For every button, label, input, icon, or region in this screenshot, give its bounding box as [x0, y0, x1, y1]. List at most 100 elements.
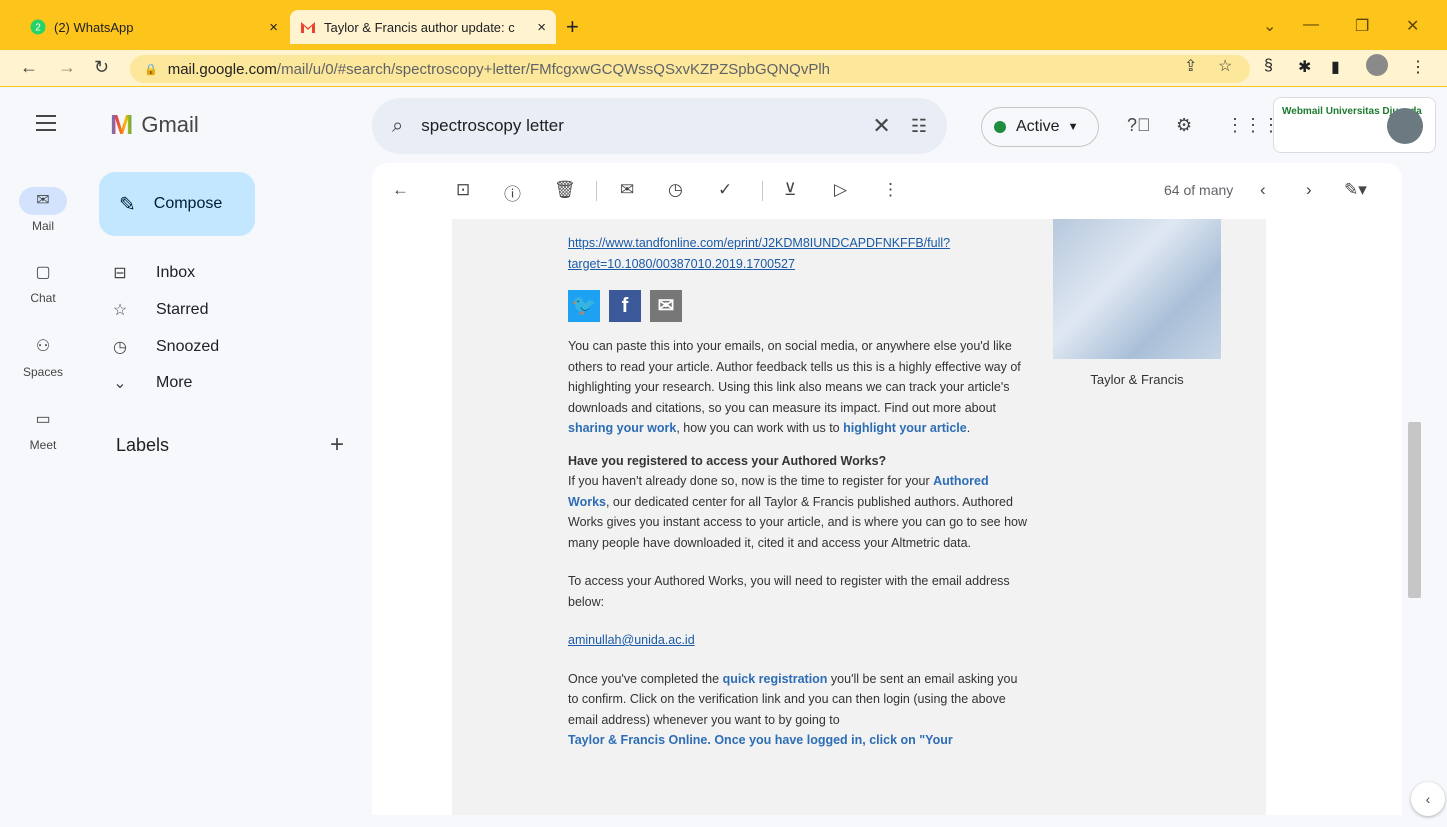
- nav-item-inbox[interactable]: ⊟ Inbox: [110, 263, 195, 283]
- paragraph-register: To access your Authored Works, you will …: [568, 574, 1010, 609]
- main-menu-icon[interactable]: [36, 115, 56, 136]
- clock-icon: ◷: [113, 339, 127, 356]
- chevron-down-icon: ▼: [1067, 121, 1079, 133]
- gmail-header: M Gmail ⌕ spectroscopy letter ✕ ☷ Active…: [0, 87, 1447, 163]
- nav-item-snoozed[interactable]: ◷ Snoozed: [110, 337, 219, 357]
- quick-registration-link[interactable]: quick registration: [723, 672, 828, 686]
- search-bar[interactable]: ⌕ spectroscopy letter ✕ ☷: [372, 98, 947, 154]
- app-name: Gmail: [141, 112, 199, 137]
- tab-title: Taylor & Francis author update: c: [324, 19, 515, 35]
- eprint-link[interactable]: https://www.tandfonline.com/eprint/J2KDM…: [568, 236, 950, 271]
- tab-close-button[interactable]: ×: [269, 19, 278, 36]
- delete-icon[interactable]: 🗑: [554, 180, 576, 200]
- add-label-icon[interactable]: +: [330, 431, 344, 459]
- report-spam-icon[interactable]: ⓘ: [504, 180, 521, 205]
- tab-gmail[interactable]: Taylor & Francis author update: c ×: [290, 10, 556, 44]
- pagination-count: 64 of many: [1164, 182, 1234, 198]
- meet-icon: ▭: [35, 411, 51, 428]
- search-input[interactable]: spectroscopy letter: [421, 116, 872, 136]
- email-share-icon[interactable]: ✉: [650, 290, 682, 322]
- tab-strip: 2 (2) WhatsApp × Taylor & Francis author…: [0, 8, 1447, 44]
- tab-whatsapp[interactable]: 2 (2) WhatsApp ×: [20, 10, 288, 44]
- svg-text:2: 2: [35, 23, 41, 34]
- facebook-icon[interactable]: f: [609, 290, 641, 322]
- nav-item-starred[interactable]: ☆ Starred: [110, 300, 209, 320]
- toolbar-divider: [596, 181, 597, 201]
- puzzle-icon[interactable]: ✱: [1298, 57, 1311, 77]
- chevron-down-icon: ⌄: [113, 375, 127, 392]
- label-icon[interactable]: ▷: [834, 180, 847, 200]
- add-task-icon[interactable]: ✓: [718, 180, 732, 200]
- help-icon[interactable]: ?⃝: [1127, 115, 1151, 136]
- nav-label: Inbox: [156, 264, 196, 281]
- browser-chrome: 2 (2) WhatsApp × Taylor & Francis author…: [0, 0, 1447, 87]
- tandf-online-link[interactable]: Taylor & Francis Online. Once you have l…: [568, 733, 953, 747]
- rail-mail[interactable]: ✉ Mail: [0, 187, 86, 233]
- url-bar[interactable]: 🔒 mail.google.com/mail/u/0/#search/spect…: [130, 55, 1250, 83]
- apps-grid-icon[interactable]: ⋮⋮⋮: [1226, 115, 1280, 136]
- status-button[interactable]: Active ▼: [981, 107, 1099, 147]
- newer-icon[interactable]: ‹: [1260, 180, 1266, 200]
- left-rail: ✉ Mail ▢ Chat ⚇ Spaces ▭ Meet: [0, 163, 86, 827]
- forward-icon[interactable]: →: [58, 57, 76, 78]
- account-switcher[interactable]: Webmail Universitas Djuanda: [1273, 97, 1436, 153]
- rail-spaces[interactable]: ⚇ Spaces: [0, 333, 86, 379]
- back-to-search-icon[interactable]: ←: [392, 180, 409, 200]
- side-panel-icon[interactable]: ▮: [1331, 57, 1340, 77]
- compose-button[interactable]: ✎ Compose: [99, 172, 255, 236]
- highlight-article-link[interactable]: highlight your article: [843, 421, 967, 435]
- email-body: https://www.tandfonline.com/eprint/J2KDM…: [568, 219, 1028, 763]
- author-email-link[interactable]: aminullah@unida.ac.id: [568, 633, 695, 647]
- status-dot: [994, 121, 1006, 133]
- sharing-your-work-link[interactable]: sharing your work: [568, 421, 676, 435]
- snooze-icon[interactable]: ◷: [668, 180, 683, 200]
- archive-icon[interactable]: ⊡: [456, 180, 470, 200]
- rail-label: Meet: [29, 438, 57, 452]
- paragraph-share: You can paste this into your emails, on …: [568, 339, 1021, 435]
- extension-icon[interactable]: §: [1264, 57, 1273, 75]
- clear-search-icon[interactable]: ✕: [872, 113, 890, 139]
- tab-close-button[interactable]: ×: [537, 19, 546, 36]
- input-tools-icon[interactable]: ✎▾: [1344, 180, 1367, 200]
- paragraph-authored-works: Have you registered to access your Autho…: [568, 453, 1028, 550]
- nav-label: Starred: [156, 301, 209, 318]
- address-row: ← → ↻ 🔒 mail.google.com/mail/u/0/#search…: [0, 50, 1447, 86]
- spaces-icon: ⚇: [35, 338, 51, 355]
- rail-meet[interactable]: ▭ Meet: [0, 406, 86, 452]
- search-icon[interactable]: ⌕: [392, 115, 403, 138]
- browser-menu-icon[interactable]: ⋮: [1410, 57, 1426, 77]
- restore-icon[interactable]: ❐: [1355, 16, 1369, 36]
- tab-search-icon[interactable]: ⌄: [1263, 16, 1276, 36]
- gmail-logo[interactable]: M Gmail: [110, 109, 199, 141]
- rail-chat[interactable]: ▢ Chat: [0, 259, 86, 305]
- move-to-icon[interactable]: ⊻: [784, 180, 796, 200]
- rail-label: Spaces: [22, 365, 64, 379]
- nav-item-more[interactable]: ⌄ More: [110, 373, 192, 393]
- scrollbar-thumb[interactable]: [1408, 422, 1421, 598]
- share-icon[interactable]: ⇪: [1184, 56, 1197, 76]
- minimize-icon[interactable]: —: [1303, 16, 1319, 34]
- journal-cover-image: [1053, 219, 1221, 359]
- inbox-icon: ⊟: [113, 265, 127, 282]
- older-icon[interactable]: ›: [1306, 180, 1312, 200]
- profile-avatar[interactable]: [1366, 54, 1388, 76]
- more-options-icon[interactable]: ⋮: [882, 180, 899, 200]
- pencil-icon: ✎: [119, 193, 136, 216]
- side-panel-toggle-icon[interactable]: ‹: [1411, 782, 1445, 816]
- back-icon[interactable]: ←: [20, 57, 38, 78]
- settings-gear-icon[interactable]: ⚙: [1176, 115, 1192, 136]
- window-close-icon[interactable]: ✕: [1406, 16, 1419, 36]
- mark-unread-icon[interactable]: ✉: [620, 180, 634, 200]
- compose-label: Compose: [153, 195, 223, 212]
- bookmark-star-icon[interactable]: ☆: [1218, 56, 1232, 76]
- reload-icon[interactable]: ↻: [94, 57, 109, 78]
- url-host: mail.google.com: [167, 60, 277, 78]
- social-share: 🐦 f ✉: [568, 290, 1028, 322]
- toolbar-divider: [762, 181, 763, 201]
- nav-label: More: [156, 374, 193, 391]
- search-options-icon[interactable]: ☷: [911, 116, 927, 137]
- twitter-icon[interactable]: 🐦: [568, 290, 600, 322]
- gmail-favicon-icon: [300, 19, 316, 35]
- nav-label: Snoozed: [156, 338, 220, 355]
- new-tab-button[interactable]: +: [566, 14, 579, 40]
